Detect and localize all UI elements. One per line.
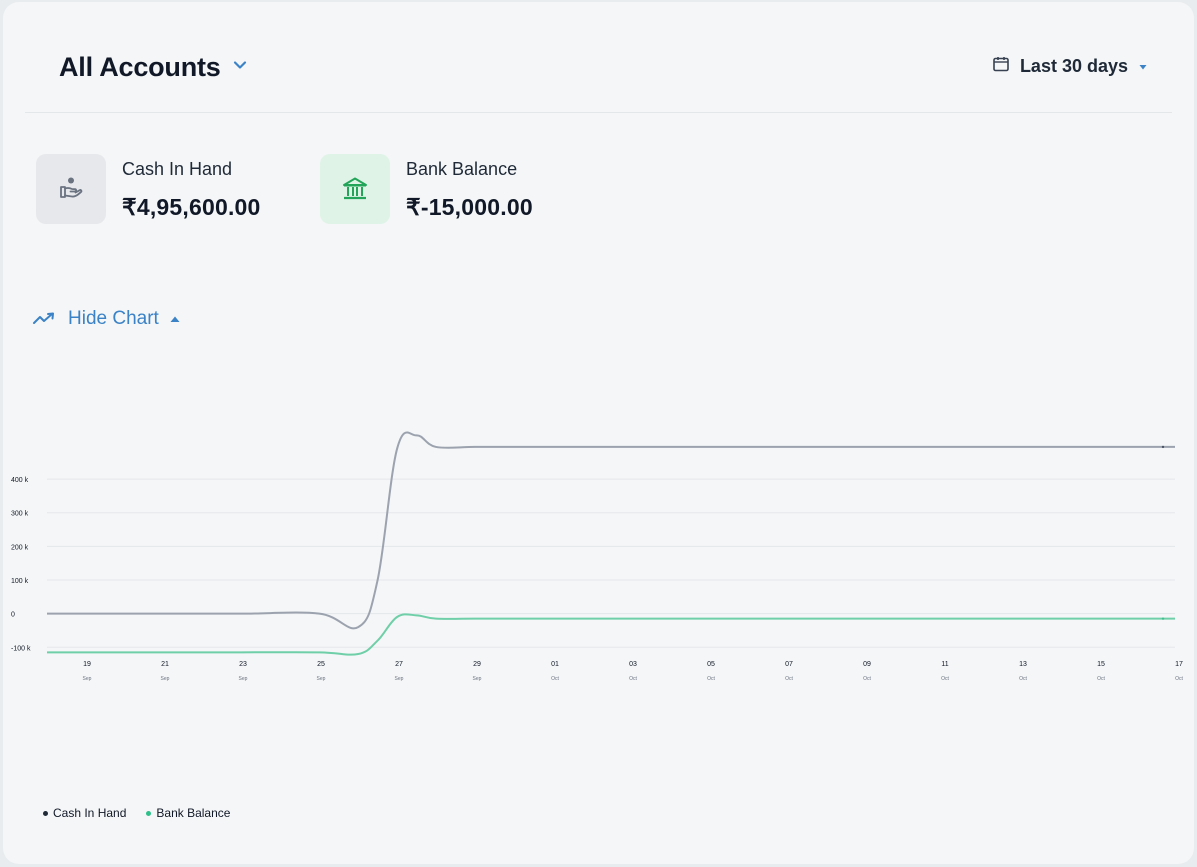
- chart-legend: Cash In Hand Bank Balance: [43, 806, 230, 820]
- legend-label-bank: Bank Balance: [156, 806, 231, 820]
- x-tick-day: 25: [317, 661, 325, 668]
- bank-balance-summary[interactable]: Bank Balance ₹-15,000.00: [320, 154, 533, 224]
- x-tick-month: Oct: [1097, 676, 1105, 682]
- x-tick-day: 23: [239, 661, 247, 668]
- x-tick-month: Sep: [161, 676, 170, 682]
- x-tick-day: 11: [941, 661, 948, 668]
- x-tick-month: Sep: [83, 676, 92, 682]
- trend-up-icon: [32, 311, 58, 327]
- y-tick-label: 0: [11, 612, 15, 619]
- x-tick-month: Oct: [941, 676, 949, 682]
- caret-down-icon: [1138, 56, 1148, 77]
- account-selector[interactable]: All Accounts: [59, 52, 249, 83]
- cash-in-hand-line: [47, 431, 1175, 630]
- x-tick-day: 09: [863, 661, 871, 668]
- x-tick-month: Oct: [785, 676, 793, 682]
- x-tick-day: 07: [785, 661, 793, 668]
- legend-dot-cash: [43, 810, 48, 816]
- y-tick-label: 200 k: [11, 544, 29, 551]
- x-tick-day: 05: [707, 661, 715, 668]
- x-tick-month: Oct: [629, 676, 637, 682]
- y-tick-label: -100 k: [11, 645, 31, 652]
- x-tick-month: Oct: [1175, 676, 1183, 682]
- hide-chart-toggle[interactable]: Hide Chart: [32, 308, 181, 330]
- x-tick-month: Sep: [317, 676, 326, 682]
- bank-balance-point: [1161, 617, 1165, 620]
- chevron-down-icon: [231, 56, 249, 79]
- bank-balance-label: Bank Balance: [406, 159, 518, 179]
- x-tick-month: Oct: [551, 676, 559, 682]
- bank-icon: [320, 154, 390, 224]
- x-tick-day: 29: [473, 661, 481, 668]
- x-tick-day: 13: [1019, 661, 1027, 668]
- y-tick-label: 400 k: [11, 477, 29, 484]
- x-tick-day: 21: [161, 661, 169, 668]
- page-title: All Accounts: [59, 52, 221, 82]
- date-range-label: Last 30 days: [1019, 56, 1128, 76]
- bank-balance-line: [46, 613, 1175, 656]
- legend-item-bank[interactable]: Bank Balance: [146, 806, 230, 820]
- date-range-dropdown[interactable]: Last 30 days: [992, 55, 1148, 78]
- bank-balance-value: ₹-15,000.00: [406, 194, 533, 220]
- cash-in-hand-label: Cash In Hand: [122, 159, 233, 179]
- x-tick-day: 01: [551, 661, 559, 668]
- x-tick-month: Oct: [707, 676, 715, 682]
- x-tick-month: Oct: [863, 676, 871, 682]
- x-tick-month: Sep: [395, 676, 404, 682]
- x-tick-day: 27: [395, 661, 403, 668]
- y-tick-label: 300 k: [11, 511, 29, 518]
- x-tick-month: Oct: [1019, 676, 1027, 682]
- calendar-icon: [992, 55, 1010, 78]
- x-tick-day: 19: [83, 661, 91, 668]
- x-tick-month: Sep: [473, 676, 482, 682]
- legend-dot-bank: [146, 810, 152, 816]
- legend-item-cash[interactable]: Cash In Hand: [43, 806, 126, 820]
- caret-up-icon: [169, 314, 181, 324]
- legend-label-cash: Cash In Hand: [53, 806, 127, 820]
- cash-in-hand-summary[interactable]: Cash In Hand ₹4,95,600.00: [36, 154, 261, 224]
- balance-chart: 400 k 300 k 200 k 100 k 0 -100 k 19 Sep 21 Sep 23 S…: [3, 402, 1194, 702]
- cash-hand-icon: [36, 154, 106, 224]
- cash-in-hand-point: [1161, 445, 1165, 449]
- x-tick-day: 03: [629, 661, 637, 668]
- x-tick-day: 17: [1175, 661, 1183, 668]
- x-tick-day: 15: [1097, 661, 1105, 668]
- balance-chart-svg: 400 k 300 k 200 k 100 k 0 -100 k 19 Sep 21 Sep 23 S…: [11, 431, 1183, 682]
- accounts-card: All Accounts Last 30 days Cash In Hand ₹…: [3, 2, 1194, 864]
- hide-chart-label: Hide Chart: [68, 308, 159, 329]
- y-tick-label: 100 k: [11, 578, 29, 585]
- header-divider: [25, 112, 1172, 113]
- x-tick-month: Sep: [239, 676, 248, 682]
- cash-in-hand-value: ₹4,95,600.00: [122, 194, 261, 220]
- card-header: All Accounts Last 30 days: [3, 2, 1194, 112]
